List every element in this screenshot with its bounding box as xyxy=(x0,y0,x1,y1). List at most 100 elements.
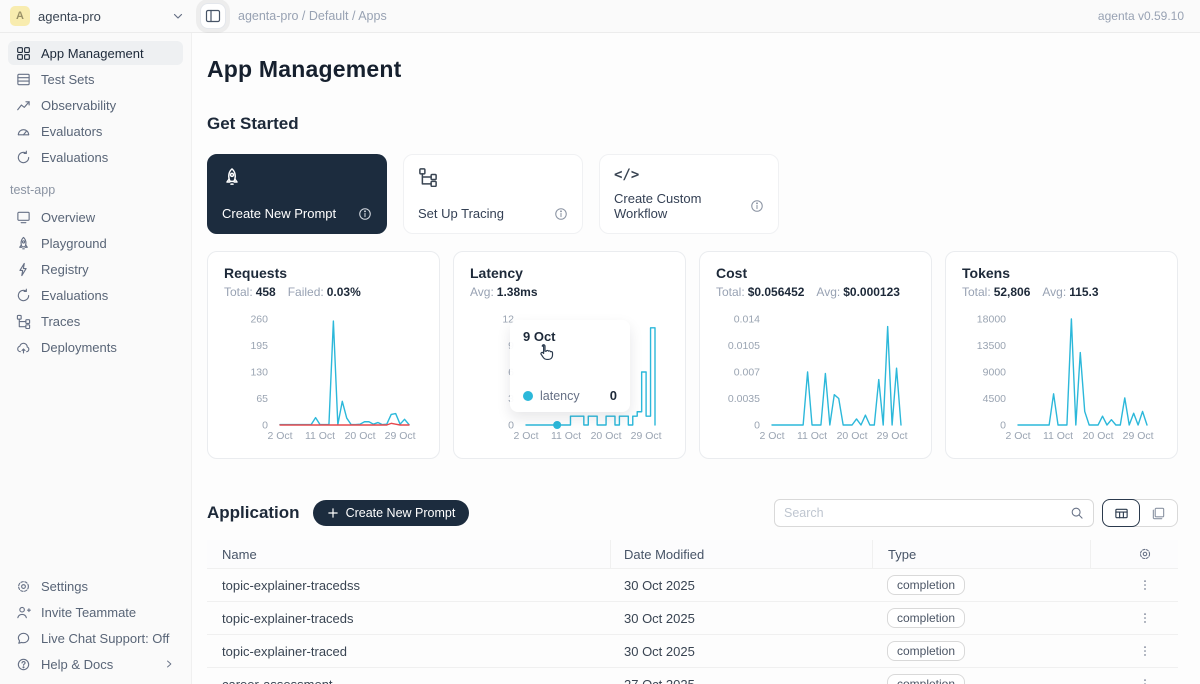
svg-text:20 Oct: 20 Oct xyxy=(837,430,868,442)
app-name: topic-explainer-traced xyxy=(207,644,610,659)
chevron-right-icon xyxy=(163,658,175,670)
sidebar-item-live-chat-support[interactable]: Live Chat Support: Off xyxy=(8,626,183,650)
dots-vertical-icon xyxy=(1138,644,1152,658)
sidebar-item-label: Evaluators xyxy=(41,124,102,139)
sidebar-item-settings[interactable]: Settings xyxy=(8,574,183,598)
table-row[interactable]: career-assessment 27 Oct 2025 completion xyxy=(207,668,1178,684)
get-started-cards: Create New Prompt Set Up Tracing </> Cre… xyxy=(207,154,1178,234)
sidebar-item-label: Evaluations xyxy=(41,150,108,165)
sidebar-item-deployments[interactable]: Deployments xyxy=(8,335,183,359)
tokens-chart-card: Tokens Total:52,806 Avg:115.3 1800013500… xyxy=(945,251,1178,459)
sidebar-item-label: Help & Docs xyxy=(41,657,113,672)
sidebar-item-overview[interactable]: Overview xyxy=(8,205,183,229)
row-menu-button[interactable] xyxy=(1138,677,1152,684)
column-header-date-modified[interactable]: Date Modified xyxy=(610,540,872,568)
svg-text:11 Oct: 11 Oct xyxy=(305,430,335,442)
chat-icon xyxy=(16,631,31,646)
info-icon[interactable] xyxy=(358,207,372,221)
svg-text:0.014: 0.014 xyxy=(734,314,760,326)
tree-icon xyxy=(418,167,438,187)
sidebar-item-evaluators[interactable]: Evaluators xyxy=(8,119,183,143)
sidebar-item-evaluations[interactable]: Evaluations xyxy=(8,145,183,169)
search-icon[interactable] xyxy=(1070,506,1084,520)
svg-text:65: 65 xyxy=(256,393,268,405)
app-name: topic-explainer-traceds xyxy=(207,611,610,626)
sidebar-item-registry[interactable]: Registry xyxy=(8,257,183,281)
create-new-prompt-card[interactable]: Create New Prompt xyxy=(207,154,387,234)
workspace-selector[interactable]: A agenta-pro xyxy=(10,6,186,26)
stat-value: 52,806 xyxy=(994,285,1031,299)
plus-icon xyxy=(327,507,339,519)
applications-table: Name Date Modified Type topic-explainer-… xyxy=(207,540,1178,684)
svg-text:29 Oct: 29 Oct xyxy=(385,430,416,442)
search-box[interactable] xyxy=(774,499,1094,527)
table-header-row: Name Date Modified Type xyxy=(207,540,1178,569)
gear-icon xyxy=(16,579,31,594)
info-icon[interactable] xyxy=(750,199,764,213)
row-menu-button[interactable] xyxy=(1138,578,1152,592)
sidebar-item-label: Traces xyxy=(41,314,80,329)
table-view-icon xyxy=(1114,506,1129,521)
column-header-name[interactable]: Name xyxy=(207,547,610,562)
table-view-button[interactable] xyxy=(1102,499,1140,527)
svg-text:11 Oct: 11 Oct xyxy=(551,430,581,442)
create-custom-workflow-card[interactable]: </> Create Custom Workflow xyxy=(599,154,779,234)
svg-text:18000: 18000 xyxy=(977,314,1006,326)
svg-text:9000: 9000 xyxy=(983,367,1007,379)
cost-chart[interactable]: 0.0140.01050.0070.003502 Oct11 Oct20 Oct… xyxy=(716,309,917,445)
svg-text:29 Oct: 29 Oct xyxy=(631,430,662,442)
column-settings-gear-icon[interactable] xyxy=(1138,547,1152,561)
question-icon xyxy=(16,657,31,672)
sidebar-item-invite-teammate[interactable]: Invite Teammate xyxy=(8,600,183,624)
info-icon[interactable] xyxy=(554,207,568,221)
sidebar-item-test-sets[interactable]: Test Sets xyxy=(8,67,183,91)
sidebar-item-playground[interactable]: Playground xyxy=(8,231,183,255)
dots-vertical-icon xyxy=(1138,677,1152,684)
sidebar-item-traces[interactable]: Traces xyxy=(8,309,183,333)
tokens-chart[interactable]: 18000135009000450002 Oct11 Oct20 Oct29 O… xyxy=(962,309,1163,445)
column-header-type[interactable]: Type xyxy=(872,540,1090,568)
card-label: Create New Prompt xyxy=(222,206,336,221)
set-up-tracing-card[interactable]: Set Up Tracing xyxy=(403,154,583,234)
rocket-icon xyxy=(222,167,242,187)
sidebar-collapse-button[interactable] xyxy=(200,3,226,29)
page-title: App Management xyxy=(207,56,1178,83)
chart-title: Requests xyxy=(224,265,423,281)
card-label: Set Up Tracing xyxy=(418,206,504,221)
topbar: A agenta-pro agenta-pro / Default / Apps… xyxy=(0,0,1200,33)
requests-chart[interactable]: 2601951306502 Oct11 Oct20 Oct29 Oct xyxy=(224,309,425,445)
cloud-icon xyxy=(16,340,31,355)
workspace-name: agenta-pro xyxy=(38,9,162,24)
stat-value: 115.3 xyxy=(1069,285,1098,299)
card-view-button[interactable] xyxy=(1139,500,1177,526)
table-row[interactable]: topic-explainer-tracedss 30 Oct 2025 com… xyxy=(207,569,1178,602)
chart-title: Tokens xyxy=(962,265,1161,281)
sidebar-item-app-management[interactable]: App Management xyxy=(8,41,183,65)
sidebar-item-label: Evaluations xyxy=(41,288,108,303)
svg-text:29 Oct: 29 Oct xyxy=(877,430,908,442)
app-version: agenta v0.59.10 xyxy=(1098,9,1184,23)
row-menu-button[interactable] xyxy=(1138,611,1152,625)
svg-text:0.0105: 0.0105 xyxy=(728,340,760,352)
app-name: topic-explainer-tracedss xyxy=(207,578,610,593)
series-dot xyxy=(523,391,533,401)
sidebar-item-observability[interactable]: Observability xyxy=(8,93,183,117)
search-input[interactable] xyxy=(784,506,1070,520)
table-row[interactable]: topic-explainer-traceds 30 Oct 2025 comp… xyxy=(207,602,1178,635)
breadcrumb[interactable]: agenta-pro / Default / Apps xyxy=(238,9,387,23)
type-badge: completion xyxy=(887,641,965,661)
app-section-label: test-app xyxy=(10,183,183,197)
stat-label: Avg: xyxy=(470,285,494,299)
sidebar-item-help-docs[interactable]: Help & Docs xyxy=(8,652,183,676)
table-row[interactable]: topic-explainer-traced 30 Oct 2025 compl… xyxy=(207,635,1178,668)
svg-text:0.007: 0.007 xyxy=(734,367,760,379)
stat-value: $0.056452 xyxy=(748,285,805,299)
type-badge: completion xyxy=(887,608,965,628)
sidebar-item-label: Observability xyxy=(41,98,116,113)
create-new-prompt-button[interactable]: Create New Prompt xyxy=(313,500,470,526)
row-menu-button[interactable] xyxy=(1138,644,1152,658)
refresh-icon xyxy=(16,288,31,303)
svg-text:260: 260 xyxy=(250,314,268,326)
sidebar-item-evaluations-app[interactable]: Evaluations xyxy=(8,283,183,307)
rocket-icon xyxy=(16,236,31,251)
